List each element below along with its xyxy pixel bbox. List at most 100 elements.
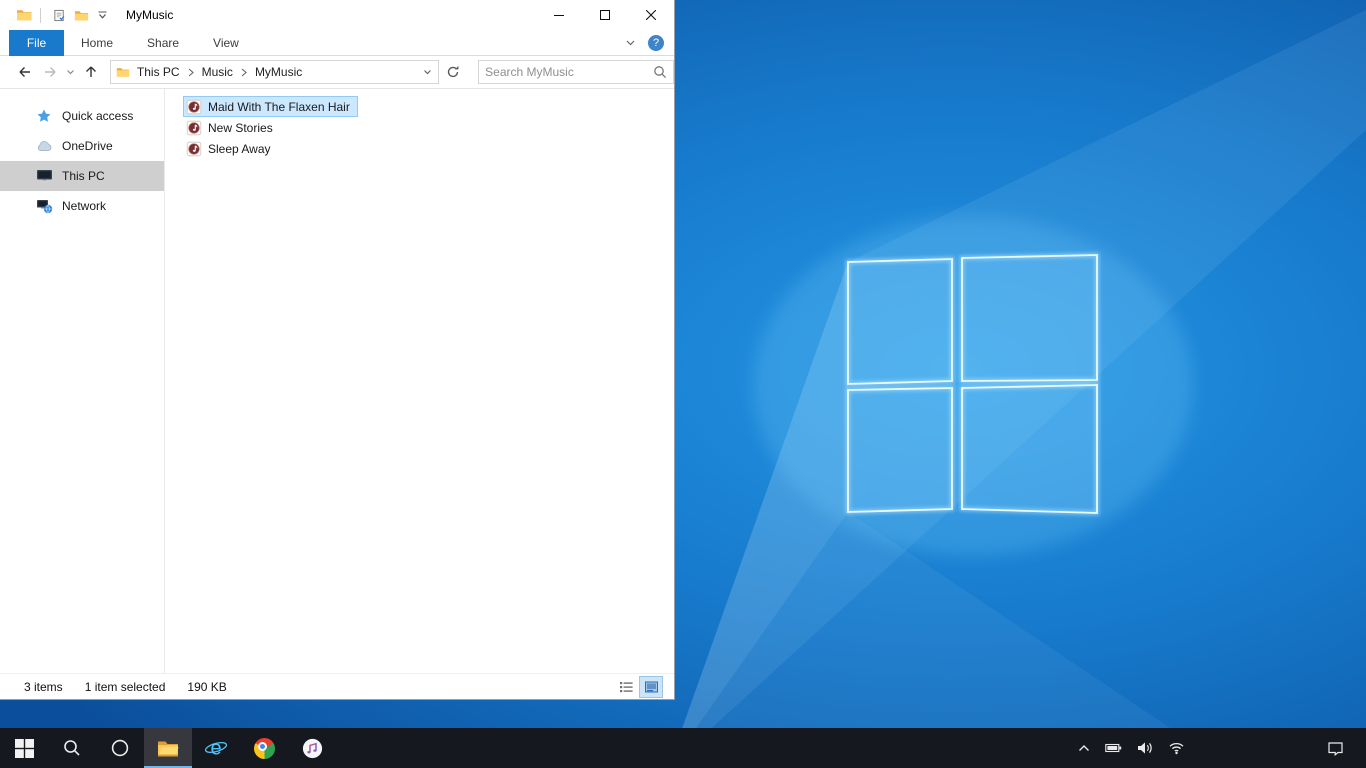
sidebar-item-this-pc[interactable]: This PC: [0, 161, 164, 191]
maximize-button[interactable]: [582, 0, 628, 30]
large-icons-view-icon: [644, 681, 658, 692]
qat-customize-chevron-icon[interactable]: [97, 10, 108, 21]
back-button[interactable]: [12, 59, 37, 85]
search-icon: [653, 65, 667, 79]
chevron-up-icon: [1079, 745, 1089, 751]
forward-arrow-icon: [45, 67, 56, 77]
chrome-button[interactable]: [240, 728, 288, 768]
status-size: 190 KB: [187, 679, 227, 694]
show-hidden-icons-button[interactable]: [1078, 744, 1090, 752]
itunes-icon: [302, 738, 322, 758]
window-title: MyMusic: [126, 8, 174, 22]
divider: [40, 7, 41, 23]
audio-file-icon: [186, 99, 202, 115]
titlebar: MyMusic: [0, 0, 674, 30]
cloud-icon: [35, 139, 53, 153]
file-name: New Stories: [208, 120, 273, 135]
minimize-icon: [554, 14, 564, 16]
file-explorer-window: MyMusic File Home Share View ? This PC M…: [0, 0, 675, 700]
sidebar-item-onedrive[interactable]: OneDrive: [0, 131, 164, 161]
new-folder-button[interactable]: [74, 8, 89, 23]
refresh-icon: [448, 66, 459, 78]
sidebar-item-label: OneDrive: [62, 139, 113, 153]
sidebar-item-label: This PC: [62, 169, 105, 183]
minimize-button[interactable]: [536, 0, 582, 30]
status-item-count: 3 items: [24, 679, 63, 694]
action-center-button[interactable]: [1327, 741, 1344, 756]
close-button[interactable]: [628, 0, 674, 30]
network-icon: [35, 198, 53, 214]
sidebar-item-label: Quick access: [62, 109, 134, 123]
tab-home[interactable]: Home: [64, 30, 130, 56]
maximize-icon: [600, 10, 610, 20]
close-icon: [646, 10, 656, 20]
windows-logo-icon: [14, 738, 34, 758]
tab-view[interactable]: View: [196, 30, 256, 56]
chrome-icon: [253, 737, 275, 759]
file-name: Sleep Away: [208, 141, 271, 156]
search-icon: [64, 740, 80, 756]
sidebar-item-quick-access[interactable]: Quick access: [0, 101, 164, 131]
address-bar[interactable]: This PC Music MyMusic: [109, 60, 439, 84]
chevron-right-icon[interactable]: [187, 68, 195, 77]
status-selection: 1 item selected: [84, 679, 166, 694]
cortana-button[interactable]: [96, 728, 144, 768]
audio-file-icon: [186, 120, 202, 136]
breadcrumb-this-pc[interactable]: This PC: [130, 65, 187, 79]
up-arrow-icon: [86, 66, 97, 77]
svg-text:e: e: [210, 738, 221, 760]
internet-explorer-icon: e: [204, 738, 228, 760]
chevron-right-icon[interactable]: [240, 68, 248, 77]
folder-icon: [116, 65, 130, 79]
address-row: This PC Music MyMusic: [0, 56, 674, 89]
explorer-main: Quick access OneDrive This PC Network Ma…: [0, 89, 674, 673]
navigation-pane: Quick access OneDrive This PC Network: [0, 89, 165, 673]
ribbon-tabs: File Home Share View ?: [0, 29, 674, 56]
search-box[interactable]: [478, 60, 674, 84]
details-view-button[interactable]: [615, 677, 637, 697]
status-bar: 3 items 1 item selected 190 KB: [0, 673, 674, 699]
large-icons-view-button[interactable]: [639, 675, 663, 698]
start-button[interactable]: [0, 728, 48, 768]
recent-locations-chevron-icon[interactable]: [63, 59, 79, 85]
up-button[interactable]: [78, 59, 103, 85]
properties-icon: [54, 9, 65, 21]
file-explorer-icon: [158, 741, 179, 757]
file-name: Maid With The Flaxen Hair: [208, 99, 350, 114]
forward-button[interactable]: [37, 59, 62, 85]
properties-button[interactable]: [53, 9, 66, 22]
file-item[interactable]: New Stories: [183, 117, 281, 138]
taskbar: e: [0, 728, 1366, 768]
breadcrumb-music[interactable]: Music: [195, 65, 240, 79]
action-center-icon: [1328, 741, 1343, 756]
search-input[interactable]: [485, 65, 653, 79]
itunes-button[interactable]: [288, 728, 336, 768]
tab-share[interactable]: Share: [130, 30, 196, 56]
details-view-icon: [619, 681, 633, 692]
folder-icon: [16, 7, 32, 23]
internet-explorer-button[interactable]: e: [192, 728, 240, 768]
help-button[interactable]: ?: [648, 34, 664, 51]
system-tray: [1078, 728, 1366, 768]
taskbar-file-explorer-button[interactable]: [144, 728, 192, 768]
refresh-button[interactable]: [441, 59, 466, 85]
expand-ribbon-chevron-icon[interactable]: [625, 38, 636, 48]
star-icon: [35, 108, 53, 124]
volume-button[interactable]: [1137, 741, 1153, 755]
battery-icon: [1105, 743, 1122, 753]
breadcrumb-mymusic[interactable]: MyMusic: [248, 65, 309, 79]
address-dropdown-chevron-icon[interactable]: [423, 68, 432, 76]
wifi-button[interactable]: [1168, 741, 1185, 755]
back-arrow-icon: [19, 67, 30, 77]
taskbar-search-button[interactable]: [48, 728, 96, 768]
file-list[interactable]: Maid With The Flaxen Hair New Stories Sl…: [165, 89, 674, 673]
audio-file-icon: [186, 141, 202, 157]
computer-icon: [35, 168, 53, 184]
sidebar-item-label: Network: [62, 199, 107, 213]
file-item[interactable]: Maid With The Flaxen Hair: [183, 96, 358, 117]
file-item[interactable]: Sleep Away: [183, 138, 279, 159]
sidebar-item-network[interactable]: Network: [0, 191, 164, 221]
new-folder-icon: [74, 10, 89, 20]
tab-file[interactable]: File: [9, 29, 64, 56]
battery-button[interactable]: [1105, 741, 1122, 755]
